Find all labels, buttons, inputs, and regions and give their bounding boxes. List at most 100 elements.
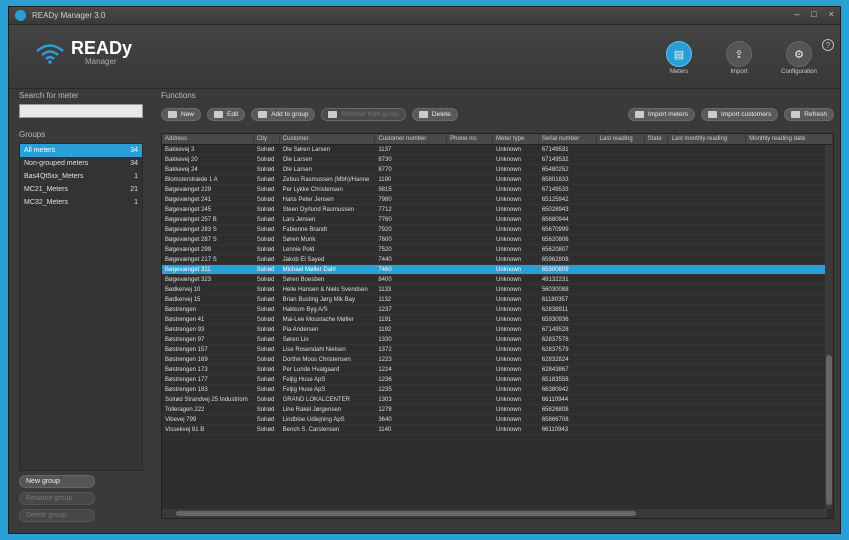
import-meters-button[interactable]: Import meters (627, 108, 696, 121)
table-cell (645, 145, 669, 154)
minimize-button[interactable]: – (794, 9, 799, 19)
table-cell: 67149533 (541, 187, 569, 193)
group-item[interactable]: Bas4Qt5xx_Meters 1 (20, 170, 142, 183)
table-row[interactable]: Bøgevænget 287 S Solrød Søren Munk 7600 Unkn… (162, 235, 833, 245)
toolbar: New Edit Add to group Remove from group … (161, 108, 834, 122)
table-cell (447, 155, 493, 164)
new-group-button[interactable]: New group (19, 475, 95, 488)
column-header[interactable]: State (645, 134, 669, 144)
refresh-button[interactable]: Refresh (784, 108, 834, 121)
column-header[interactable]: Last monthly reading (668, 134, 747, 144)
rename-group-button[interactable]: Rename group (19, 492, 95, 505)
table-row[interactable]: Bøstrengen 93 Solrød Pia Andersen 1192 Unkno… (162, 325, 833, 335)
table-cell (447, 275, 493, 284)
table-row[interactable]: Bøstrengen 157 Solrød Lise Rosendahl Niels… (162, 345, 833, 355)
table-row[interactable]: Bøgevænget 245 Solrød Steen Dyrlund Rasmus… (162, 205, 833, 215)
vertical-scrollbar[interactable] (825, 145, 833, 509)
table-cell (746, 425, 833, 434)
table-cell: Unknown (495, 417, 521, 423)
table-row[interactable]: Bøstrengen Solrød Hakkum Byg A/S 1237 Unknow… (162, 305, 833, 315)
horizontal-scroll-thumb[interactable] (176, 511, 636, 516)
table-row[interactable]: Bøstrengen 169 Solrød Dorthe Moos Christen… (162, 355, 833, 365)
table-cell: 65962808 (541, 257, 569, 263)
column-header[interactable]: Address (162, 134, 254, 144)
table-cell: 62837578 (541, 337, 569, 343)
column-header[interactable]: Monthly reading date (746, 134, 833, 144)
table-row[interactable]: Bakkevej 20 Solrød Ole Larsen 8730 Unknown 67… (162, 155, 833, 165)
table-row[interactable]: Bøstrengen 177 Solrød Feljig Huse ApS 1236 U… (162, 375, 833, 385)
import-customers-button[interactable]: Import customers (701, 108, 779, 121)
edit-button-label: Edit (227, 111, 239, 118)
remove-from-group-button[interactable]: Remove from group (321, 108, 406, 121)
group-item[interactable]: Non-grouped meters 34 (20, 157, 142, 170)
table-cell (645, 365, 669, 374)
table-row[interactable]: Bøstrengen 97 Solrød Søren Lin 1330 Unknown 6… (162, 335, 833, 345)
delete-group-button[interactable]: Delete group (19, 509, 95, 522)
column-header[interactable]: Last reading (597, 134, 645, 144)
table-cell: Solrød (256, 177, 275, 183)
table-cell (668, 165, 746, 174)
table-row[interactable]: Bøstrengen 41 Solrød Mai-Lee Moustache Møl… (162, 315, 833, 325)
horizontal-scrollbar[interactable] (162, 509, 827, 518)
table-row[interactable]: Bakkevej 24 Solrød Ole Larsen 8770 Unknown 65… (162, 165, 833, 175)
table-row[interactable]: Vissekvej 81 B Solrød Bench S. Carstensen 1… (162, 425, 833, 435)
table-cell: Unknown (495, 167, 521, 173)
nav-meters[interactable]: ▤ Meters (656, 41, 702, 75)
table-row[interactable]: Bøgevænget 323 Solrød Søren Boesben 8400 Unk… (162, 275, 833, 285)
new-button[interactable]: New (161, 108, 202, 121)
column-header[interactable]: Serial number (539, 134, 597, 144)
maximize-button[interactable]: □ (811, 9, 816, 19)
column-header[interactable]: Customer (280, 134, 376, 144)
table-cell: Unknown (495, 147, 521, 153)
table-cell (746, 355, 833, 364)
group-count: 1 (134, 173, 138, 180)
table-cell: 3640 (378, 417, 392, 423)
delete-button[interactable]: Delete (411, 108, 458, 121)
table-row[interactable]: Blomsterstræde 1 A Solrød Zebus Rasmussen … (162, 175, 833, 185)
table-row[interactable]: Bakkevej 3 Solrød Ole Søren Larsen 1137 Unkn… (162, 145, 833, 155)
table-row[interactable]: Bødkervej 10 Solrød Helle Hansen & Niels S… (162, 285, 833, 295)
app-header: READy Manager ▤ Meters ⇪ Import ⚙ Config… (9, 25, 840, 89)
group-item[interactable]: MC21_Meters 21 (20, 183, 142, 196)
nav-import[interactable]: ⇪ Import (716, 41, 762, 75)
table-cell: 7760 (378, 217, 392, 223)
table-cell (447, 295, 493, 304)
edit-button[interactable]: Edit (207, 108, 246, 121)
table-row[interactable]: Vibevej 799 Solrød Lindbloe Udlejning ApS 3… (162, 415, 833, 425)
table-cell (597, 225, 645, 234)
group-item[interactable]: MC32_Meters 1 (20, 196, 142, 209)
table-row[interactable]: Bøgevænget 283 S Solrød Fabienne Brandt 792… (162, 225, 833, 235)
column-header[interactable]: Customer number (375, 134, 448, 144)
table-row[interactable]: Bøgevænget 229 Solrød Per Lykke Christense… (162, 185, 833, 195)
table-row[interactable]: Bøstrengen 173 Solrød Per Lunde Hvalgaard 1… (162, 365, 833, 375)
table-row[interactable]: Bøgevænget 241 Solrød Hans Peter Jensen 798… (162, 195, 833, 205)
close-button[interactable]: × (829, 9, 834, 19)
table-cell (645, 385, 669, 394)
column-header[interactable]: Phone no. (447, 134, 493, 144)
table-cell (645, 155, 669, 164)
table-cell (447, 405, 493, 414)
table-cell (597, 415, 645, 424)
vertical-scroll-thumb[interactable] (826, 355, 832, 505)
help-icon[interactable]: ? (822, 39, 834, 51)
table-cell (597, 315, 645, 324)
add-to-group-button[interactable]: Add to group (251, 108, 316, 121)
group-item[interactable]: All meters 34 (20, 144, 142, 157)
table-row[interactable]: Bøgevænget 217 S Solrød Jakob El Sayed 7440… (162, 255, 833, 265)
column-header[interactable]: Meter type (493, 134, 539, 144)
groups-label: Groups (19, 130, 46, 139)
table-cell: Solrød (256, 257, 275, 263)
table-row[interactable]: Bødkervej 15 Solrød Brian Busting Jørg Mik… (162, 295, 833, 305)
table-cell (668, 275, 746, 284)
table-row[interactable]: Bøgevænget 311 Solrød Michael Møller Dahl 7… (162, 265, 833, 275)
table-row[interactable]: Bøstrengen 183 Solrød Feljig Huse ApS 1235 U… (162, 385, 833, 395)
column-header[interactable]: City (254, 134, 280, 144)
table-row[interactable]: Bøgevænget 299 Solrød Lennie Pold 7520 Unkno… (162, 245, 833, 255)
table-row[interactable]: Solrød Strandvej 25 Industriom Solrød GRAN… (162, 395, 833, 405)
nav-configuration[interactable]: ⚙ Configuration (776, 41, 822, 75)
search-input[interactable] (19, 104, 143, 118)
table-row[interactable]: Bøgevænget 257 B Solrød Lars Jensen 7760 Unk… (162, 215, 833, 225)
table-row[interactable]: Tolleragen 222 Solrød Line Rakel Jørgensen… (162, 405, 833, 415)
table-cell (597, 295, 645, 304)
table-cell (447, 245, 493, 254)
